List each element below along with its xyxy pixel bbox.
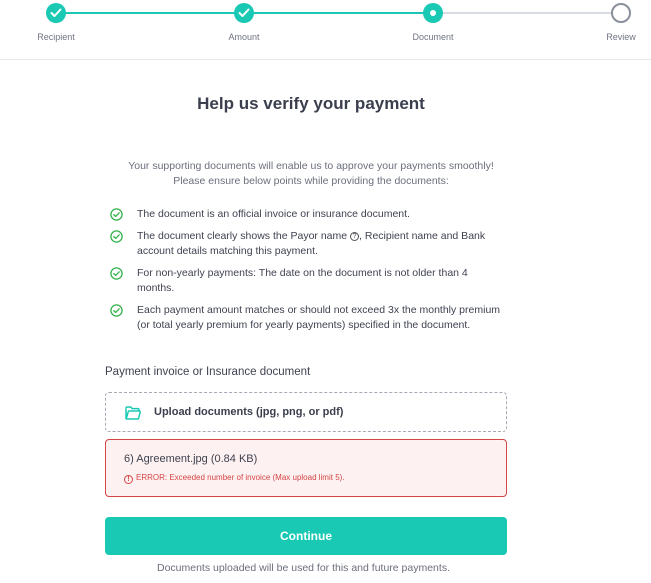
intro-line: Please ensure below points while providi… xyxy=(173,175,449,187)
pending-step-icon xyxy=(611,3,631,23)
check-circle-icon xyxy=(110,230,123,243)
check-icon xyxy=(234,3,254,23)
intro-text: Your supporting documents will enable us… xyxy=(0,159,622,189)
requirement-text: Each payment amount matches or should no… xyxy=(137,304,501,331)
step-label: Amount xyxy=(228,32,260,42)
upload-error-item: 6) Agreement.jpg (0.84 KB) ! ERROR: Excee… xyxy=(105,439,507,497)
progress-stepper: Recipient Amount Document Review xyxy=(0,0,651,60)
continue-button[interactable]: Continue xyxy=(105,517,507,555)
upload-dropzone[interactable]: Upload documents (jpg, png, or pdf) xyxy=(105,392,507,432)
question-icon[interactable]: ? xyxy=(350,232,360,241)
file-name: 6) Agreement.jpg (0.84 KB) xyxy=(124,453,258,465)
check-circle-icon xyxy=(110,208,123,221)
page-title: Help us verify your payment xyxy=(197,94,425,113)
intro-line: Your supporting documents will enable us… xyxy=(128,160,494,172)
step-label: Review xyxy=(606,32,636,42)
step-recipient[interactable]: Recipient xyxy=(16,3,96,42)
requirement-item: The document is an official invoice or i… xyxy=(110,207,505,222)
step-document[interactable]: Document xyxy=(393,3,473,42)
error-icon: ! xyxy=(124,475,133,484)
requirement-text: The document is an official invoice or i… xyxy=(137,208,410,220)
requirement-item: For non-yearly payments: The date on the… xyxy=(110,266,505,296)
current-step-icon xyxy=(423,3,443,23)
section-label: Payment invoice or Insurance document xyxy=(105,366,311,378)
requirement-text: For non-yearly payments: The date on the… xyxy=(137,267,468,294)
check-circle-icon xyxy=(110,267,123,280)
footnote: Documents uploaded will be used for this… xyxy=(156,562,450,574)
requirement-text: The document clearly shows the Payor nam… xyxy=(137,230,348,242)
error-text: ERROR: Exceeded number of invoice (Max u… xyxy=(136,473,345,482)
error-message: ! ERROR: Exceeded number of invoice (Max … xyxy=(124,473,345,484)
step-label: Document xyxy=(412,32,454,42)
folder-icon xyxy=(125,406,141,420)
requirements-list: The document is an official invoice or i… xyxy=(110,207,505,340)
upload-label: Upload documents (jpg, png, or pdf) xyxy=(154,406,344,418)
check-icon xyxy=(46,3,66,23)
step-review[interactable]: Review xyxy=(581,3,651,42)
step-label: Recipient xyxy=(37,32,75,42)
requirement-item: Each payment amount matches or should no… xyxy=(110,303,505,333)
check-circle-icon xyxy=(110,304,123,317)
requirement-item: The document clearly shows the Payor nam… xyxy=(110,229,505,259)
step-amount[interactable]: Amount xyxy=(204,3,284,42)
